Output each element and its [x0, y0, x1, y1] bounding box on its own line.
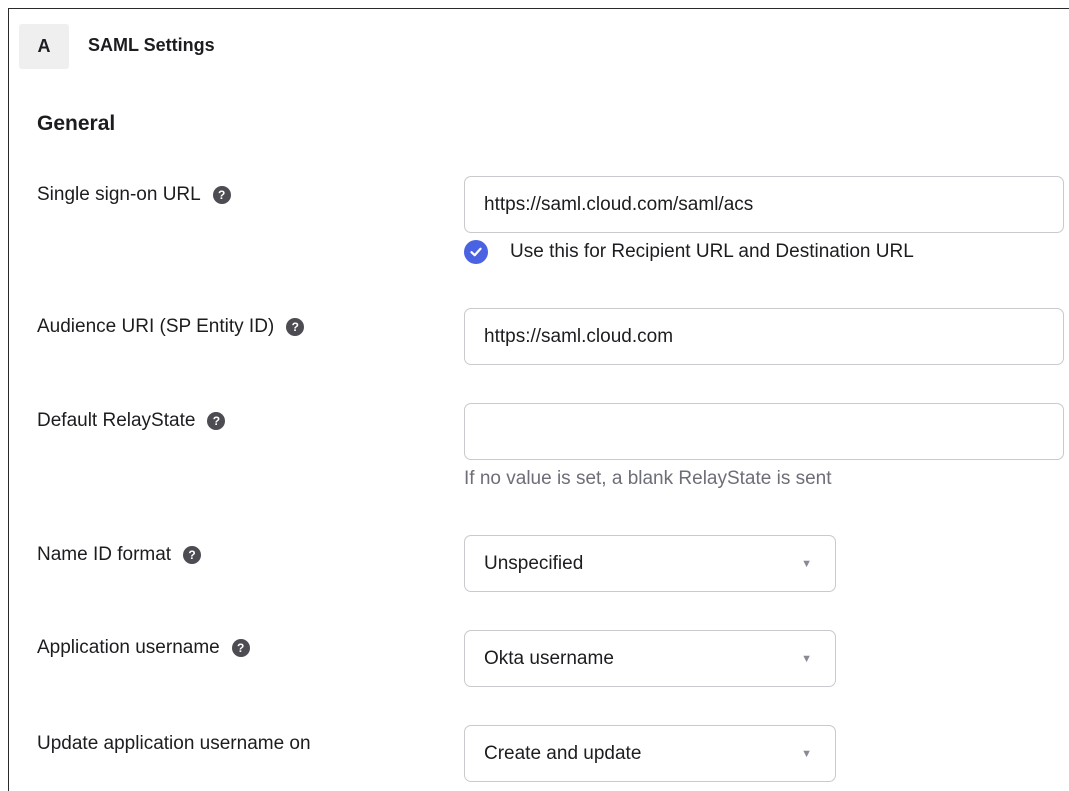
name-id-format-label: Name ID format ? — [37, 544, 202, 566]
relay-state-label-text: Default RelayState — [37, 410, 196, 431]
sso-url-input[interactable]: https://saml.cloud.com/saml/acs — [464, 176, 1064, 233]
help-icon[interactable]: ? — [286, 318, 305, 336]
step-badge: A — [19, 24, 69, 69]
help-icon[interactable]: ? — [212, 186, 231, 204]
audience-uri-label-text: Audience URI (SP Entity ID) — [37, 316, 275, 337]
audience-uri-input[interactable]: https://saml.cloud.com — [464, 308, 1064, 365]
update-username-on-label: Update application username on — [37, 733, 311, 755]
recipient-destination-checkbox-row[interactable]: Use this for Recipient URL and Destinati… — [464, 240, 914, 264]
name-id-format-select[interactable]: Unspecified ▼ — [464, 535, 836, 592]
page-title: SAML Settings — [88, 35, 215, 55]
app-username-label: Application username ? — [37, 637, 250, 659]
recipient-destination-checkbox-label: Use this for Recipient URL and Destinati… — [510, 241, 914, 262]
name-id-format-label-text: Name ID format — [37, 544, 172, 565]
relay-state-label: Default RelayState ? — [37, 410, 226, 432]
app-username-value: Okta username — [484, 647, 614, 669]
app-username-select[interactable]: Okta username ▼ — [464, 630, 836, 687]
caret-down-icon: ▼ — [801, 652, 812, 665]
help-icon[interactable]: ? — [231, 639, 250, 657]
update-username-on-value: Create and update — [484, 742, 642, 764]
help-icon[interactable]: ? — [183, 546, 202, 564]
caret-down-icon: ▼ — [801, 747, 812, 760]
relay-state-input[interactable] — [464, 403, 1064, 460]
update-username-on-select[interactable]: Create and update ▼ — [464, 725, 836, 782]
audience-uri-value: https://saml.cloud.com — [484, 325, 674, 347]
audience-uri-label: Audience URI (SP Entity ID) ? — [37, 316, 305, 338]
sso-url-label: Single sign-on URL ? — [37, 184, 231, 206]
check-icon[interactable] — [464, 240, 488, 264]
app-username-label-text: Application username — [37, 637, 220, 658]
update-username-on-label-text: Update application username on — [37, 733, 311, 754]
name-id-format-value: Unspecified — [484, 552, 584, 574]
section-title-general: General — [37, 112, 116, 135]
sso-url-value: https://saml.cloud.com/saml/acs — [484, 193, 754, 215]
help-icon[interactable]: ? — [207, 412, 226, 430]
caret-down-icon: ▼ — [801, 557, 812, 570]
sso-url-label-text: Single sign-on URL — [37, 184, 201, 205]
relay-state-hint: If no value is set, a blank RelayState i… — [464, 468, 832, 489]
